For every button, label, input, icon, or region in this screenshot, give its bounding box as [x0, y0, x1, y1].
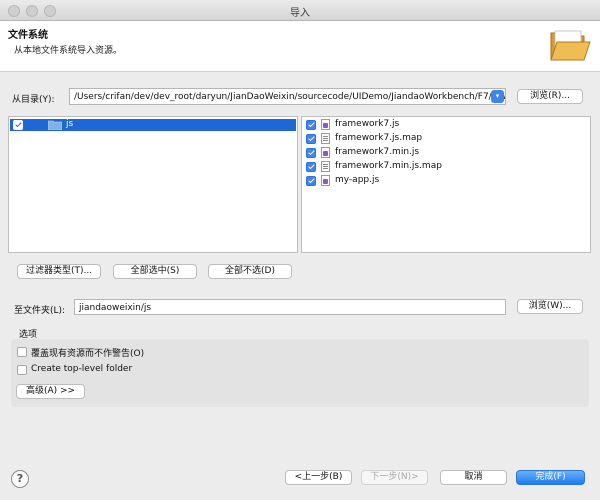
js-file-icon	[321, 147, 330, 158]
destination-folder-label: 至文件夹(L):	[14, 306, 66, 316]
text-file-icon	[321, 133, 330, 144]
source-directory-path: /Users/crifan/dev/dev_root/daryun/JianDa…	[74, 92, 506, 102]
top-level-folder-label: Create top-level folder	[31, 364, 133, 374]
file-list[interactable]: framework7.js framework7.js.map framewor…	[301, 116, 591, 253]
page-description: 从本地文件系统导入资源。	[14, 46, 123, 56]
file-checkbox[interactable]	[306, 176, 316, 186]
source-directory-combo[interactable]: /Users/crifan/dev/dev_root/daryun/JianDa…	[69, 88, 506, 105]
file-name: my-app.js	[335, 175, 380, 185]
advanced-button[interactable]: 高级(A) >>	[16, 384, 85, 399]
file-checkbox[interactable]	[306, 120, 316, 130]
top-level-folder-checkbox[interactable]	[17, 365, 27, 375]
next-button[interactable]: 下一步(N)>	[361, 470, 428, 485]
folder-tree[interactable]: js	[8, 116, 298, 253]
file-name: framework7.js	[335, 119, 400, 129]
chevron-down-icon[interactable]: ▾	[491, 90, 504, 103]
browse-source-button[interactable]: 浏览(R)...	[517, 89, 583, 104]
text-file-icon	[321, 161, 330, 172]
file-name: framework7.js.map	[335, 133, 423, 143]
tree-item-label: js	[66, 119, 74, 129]
tree-item-checkbox[interactable]	[13, 120, 23, 130]
finish-button[interactable]: 完成(F)	[516, 470, 585, 485]
file-name: framework7.min.js	[335, 147, 420, 157]
overwrite-label: 覆盖现有资源而不作警告(O)	[31, 349, 145, 359]
select-all-button[interactable]: 全部选中(S)	[113, 264, 197, 279]
wizard-header: 文件系统 从本地文件系统导入资源。	[0, 21, 600, 72]
window-titlebar[interactable]: 导入	[0, 0, 600, 21]
file-checkbox[interactable]	[306, 134, 316, 144]
help-icon[interactable]: ?	[11, 470, 29, 488]
overwrite-checkbox[interactable]	[17, 347, 27, 357]
filter-types-button[interactable]: 过滤器类型(T)...	[17, 264, 101, 279]
js-file-icon	[321, 175, 330, 186]
js-file-icon	[321, 119, 330, 130]
open-folder-icon	[550, 30, 591, 61]
window-title: 导入	[290, 8, 310, 19]
page-title: 文件系统	[8, 30, 48, 41]
cancel-button[interactable]: 取消	[440, 470, 507, 485]
file-checkbox[interactable]	[306, 148, 316, 158]
source-directory-label: 从目录(Y):	[12, 95, 55, 105]
file-name: framework7.min.js.map	[335, 161, 442, 171]
back-button[interactable]: <上一步(B)	[285, 470, 352, 485]
file-checkbox[interactable]	[306, 162, 316, 172]
deselect-all-button[interactable]: 全部不选(D)	[208, 264, 292, 279]
destination-folder-input[interactable]: jiandaoweixin/js	[74, 299, 506, 315]
folder-icon	[48, 120, 62, 130]
browse-destination-button[interactable]: 浏览(W)...	[517, 299, 583, 314]
tree-item-js[interactable]: js	[10, 119, 296, 131]
options-group: 覆盖现有资源而不作警告(O) Create top-level folder 高…	[11, 339, 589, 407]
